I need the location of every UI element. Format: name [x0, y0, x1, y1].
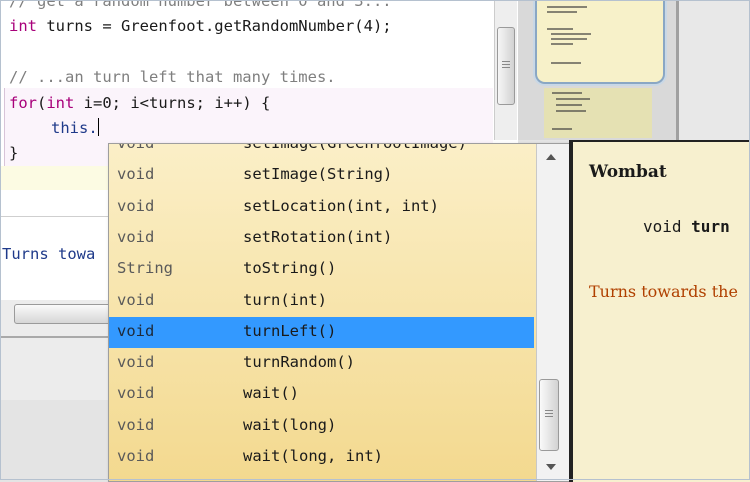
scope-highlight — [0, 166, 108, 190]
code-line-for: for(int i=0; i<turns; i++) { — [9, 94, 270, 112]
completion-return-type: void — [117, 447, 155, 465]
completion-method-signature: wait(long) — [243, 415, 337, 434]
editor-scrollbar-thumb[interactable] — [497, 27, 515, 105]
code-completion-popup[interactable]: void setImage(GreenfootImage) void setImage… — [108, 143, 570, 482]
grip-line — [545, 413, 553, 414]
completion-method-signature: wait(long, int) — [243, 447, 383, 465]
code-text: turns = Greenfoot.getRandomNumber(4); — [37, 17, 392, 35]
completion-return-type: void — [117, 227, 155, 246]
code-line-comment-2: // ...an turn left that many times. — [9, 68, 336, 86]
completion-item[interactable]: void turn(int) — [109, 286, 534, 317]
code-text: this. — [51, 119, 98, 137]
mini-code-line — [551, 43, 573, 45]
divider — [0, 216, 108, 217]
completion-method-signature: toString() — [243, 259, 337, 278]
horizontal-scrollbar-thumb[interactable] — [14, 304, 112, 324]
completion-return-type: void — [117, 384, 155, 403]
documentation-pane: Wombat void turn Turns towards the — [569, 140, 750, 482]
completion-item[interactable]: void setImage(GreenfootImage) — [109, 143, 534, 160]
doc-method-signature: void turn — [643, 217, 730, 236]
doc-preview-text: Turns towa — [2, 245, 96, 263]
completion-return-type: void — [117, 165, 155, 184]
code-text: i=0; i<turns; i++) { — [74, 94, 271, 112]
completion-return-type: void — [117, 143, 155, 152]
doc-class-title: Wombat — [589, 162, 667, 182]
mini-code-line — [547, 6, 587, 8]
code-line-turns: int turns = Greenfoot.getRandomNumber(4)… — [9, 17, 392, 35]
completion-method-signature: wait() — [243, 384, 299, 403]
code-line-this[interactable]: this. — [51, 118, 99, 137]
completion-return-type: String — [117, 259, 173, 278]
grip-line — [545, 410, 553, 411]
doc-method-name: turn — [691, 217, 730, 236]
completion-method-signature: turnRandom() — [243, 353, 355, 372]
mini-code-line — [551, 33, 591, 35]
code-line-close-brace: } — [9, 144, 19, 162]
divider — [0, 336, 108, 338]
grip-line — [502, 61, 510, 62]
completion-scrollbar-thumb[interactable] — [539, 379, 559, 451]
completion-method-signature: setImage(GreenfootImage) — [243, 143, 467, 152]
completion-return-type: void — [117, 321, 155, 340]
doc-return-type: void — [643, 217, 682, 236]
mini-code-line — [556, 104, 582, 106]
completion-item[interactable]: void setImage(String) — [109, 160, 534, 191]
mini-code-line — [547, 11, 577, 13]
keyword-for: for — [9, 94, 37, 112]
mini-code-line — [556, 98, 590, 100]
scroll-down-arrow-icon[interactable] — [546, 464, 556, 470]
completion-method-signature: turnLeft() — [243, 321, 337, 340]
navigator-lower — [544, 88, 652, 138]
mini-code-line — [556, 110, 586, 112]
navigator-viewport[interactable] — [535, 0, 665, 84]
completion-item[interactable]: String toString() — [109, 254, 534, 285]
completion-method-signature: setImage(String) — [243, 165, 393, 184]
grip-line — [502, 64, 510, 65]
mini-code-line — [551, 38, 587, 40]
completion-item[interactable]: void turnLeft() — [109, 316, 534, 348]
completion-return-type: void — [117, 290, 155, 309]
completion-return-type: void — [117, 415, 155, 434]
completion-item[interactable]: void wait(long) — [109, 411, 534, 442]
doc-description: Turns towards the — [589, 282, 738, 301]
code-paren: ( — [37, 94, 47, 112]
completion-item[interactable]: void setRotation(int) — [109, 223, 534, 254]
completion-method-signature: setLocation(int, int) — [243, 196, 439, 215]
mini-code-line — [551, 62, 581, 64]
completion-item[interactable]: void turnRandom() — [109, 348, 534, 379]
completion-item[interactable]: void wait(long, int) — [109, 442, 534, 473]
mini-code-line — [552, 128, 572, 130]
grip-line — [502, 67, 510, 68]
mini-code-line — [547, 28, 573, 30]
completion-method-signature: setRotation(int) — [243, 227, 393, 246]
grip-line — [545, 416, 553, 417]
completion-item[interactable]: void setLocation(int, int) — [109, 192, 534, 223]
completion-return-type: void — [117, 196, 155, 215]
keyword-int: int — [46, 94, 75, 112]
completion-item[interactable]: void wait() — [109, 379, 534, 410]
text-caret — [97, 118, 99, 136]
code-line-comment-1: // get a random number between 0 and 3..… — [9, 0, 392, 10]
keyword-int: int — [9, 17, 37, 35]
background — [679, 0, 750, 140]
mini-code-line — [552, 92, 582, 94]
completion-return-type: void — [117, 353, 155, 372]
scroll-up-arrow-icon[interactable] — [546, 154, 556, 160]
completion-method-signature: turn(int) — [243, 290, 327, 309]
